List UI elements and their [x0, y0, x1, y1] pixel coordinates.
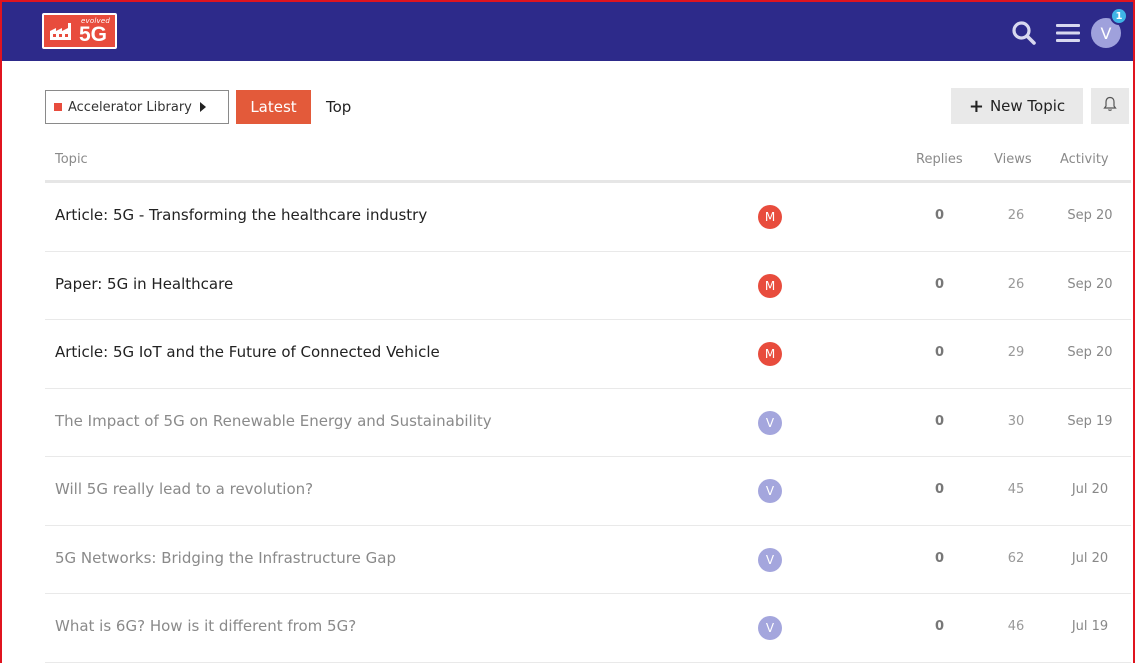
category-label: Accelerator Library [68, 99, 192, 115]
hamburger-menu-icon[interactable] [1055, 22, 1081, 46]
replies-count: 0 [935, 550, 945, 566]
site-header: evolved 5G V 1 [2, 2, 1133, 61]
topic-row: Paper: 5G in Healthcare M 0 26 Sep 20 [45, 252, 1131, 320]
search-icon[interactable] [1011, 20, 1037, 46]
topic-row: What is 6G? How is it different from 5G?… [45, 594, 1131, 663]
bell-icon [1103, 96, 1117, 116]
column-header-topic[interactable]: Topic [55, 152, 88, 167]
poster-avatar[interactable]: V [758, 479, 782, 503]
user-avatar-letter: V [1100, 23, 1112, 43]
topic-title-link[interactable]: What is 6G? How is it different from 5G? [55, 617, 356, 635]
topic-navigation: Accelerator Library Latest Top + New Top… [45, 88, 1131, 124]
tab-top[interactable]: Top [326, 90, 351, 124]
factory-icon [44, 16, 78, 46]
replies-count: 0 [935, 345, 945, 360]
activity-date-link[interactable]: Jul 20 [1055, 482, 1125, 497]
notification-count: 1 [1115, 10, 1123, 22]
poster-avatar[interactable]: M [758, 273, 782, 298]
views-count: 62 [1007, 550, 1025, 566]
activity-date-link[interactable]: Jul 19 [1055, 619, 1125, 634]
site-logo[interactable]: evolved 5G [42, 13, 117, 49]
activity-date-link[interactable]: Jul 20 [1055, 551, 1125, 566]
topic-title-link[interactable]: The Impact of 5G on Renewable Energy and… [55, 412, 492, 430]
views-count: 29 [1007, 345, 1025, 360]
notification-badge[interactable]: 1 [1110, 7, 1128, 25]
tab-latest[interactable]: Latest [236, 90, 311, 124]
poster-avatar[interactable]: M [758, 342, 782, 366]
replies-count: 0 [935, 619, 945, 634]
poster-avatar[interactable]: V [758, 410, 782, 435]
topic-title-link[interactable]: Will 5G really lead to a revolution? [55, 480, 313, 498]
topic-list-header: Topic Replies Views Activity [45, 147, 1131, 183]
views-count: 26 [1007, 208, 1025, 223]
views-count: 45 [1007, 482, 1025, 497]
logo-text: 5G [79, 23, 108, 46]
category-dropdown[interactable]: Accelerator Library [45, 90, 229, 124]
topic-list: Article: 5G - Transforming the healthcar… [45, 183, 1131, 663]
topic-row: Article: 5G IoT and the Future of Connec… [45, 320, 1131, 389]
views-count: 30 [1007, 413, 1025, 429]
new-topic-button[interactable]: + New Topic [951, 88, 1083, 124]
column-header-views[interactable]: Views [994, 152, 1032, 167]
topic-row: The Impact of 5G on Renewable Energy and… [45, 389, 1131, 457]
column-header-activity[interactable]: Activity [1060, 152, 1109, 167]
plus-icon: + [968, 95, 984, 117]
topic-row: Will 5G really lead to a revolution? V 0 45… [45, 457, 1131, 526]
notification-level-button[interactable] [1091, 88, 1129, 124]
activity-date-link[interactable]: Sep 19 [1055, 414, 1125, 429]
topic-title-link[interactable]: Paper: 5G in Healthcare [55, 275, 233, 293]
replies-count: 0 [935, 208, 945, 223]
new-topic-label: New Topic [989, 97, 1066, 115]
poster-avatar[interactable]: V [758, 616, 782, 640]
topic-row: Article: 5G - Transforming the healthcar… [45, 183, 1131, 252]
views-count: 26 [1007, 276, 1025, 292]
activity-date-link[interactable]: Sep 20 [1055, 208, 1125, 223]
replies-count: 0 [935, 413, 945, 429]
views-count: 46 [1007, 619, 1025, 634]
poster-avatar[interactable]: V [758, 547, 782, 572]
topic-title-link[interactable]: 5G Networks: Bridging the Infrastructure… [55, 549, 396, 567]
app-frame: evolved 5G V 1 Accelerator Library Lates… [0, 0, 1135, 663]
category-color-swatch [54, 103, 62, 111]
caret-right-icon [199, 102, 206, 112]
activity-date-link[interactable]: Sep 20 [1055, 345, 1125, 360]
topic-title-link[interactable]: Article: 5G IoT and the Future of Connec… [55, 343, 440, 361]
activity-date-link[interactable]: Sep 20 [1055, 277, 1125, 292]
topic-title-link[interactable]: Article: 5G - Transforming the healthcar… [55, 206, 427, 224]
topic-row: 5G Networks: Bridging the Infrastructure… [45, 526, 1131, 594]
poster-avatar[interactable]: M [758, 205, 782, 229]
column-header-replies[interactable]: Replies [916, 152, 963, 167]
replies-count: 0 [935, 276, 945, 292]
replies-count: 0 [935, 482, 945, 497]
